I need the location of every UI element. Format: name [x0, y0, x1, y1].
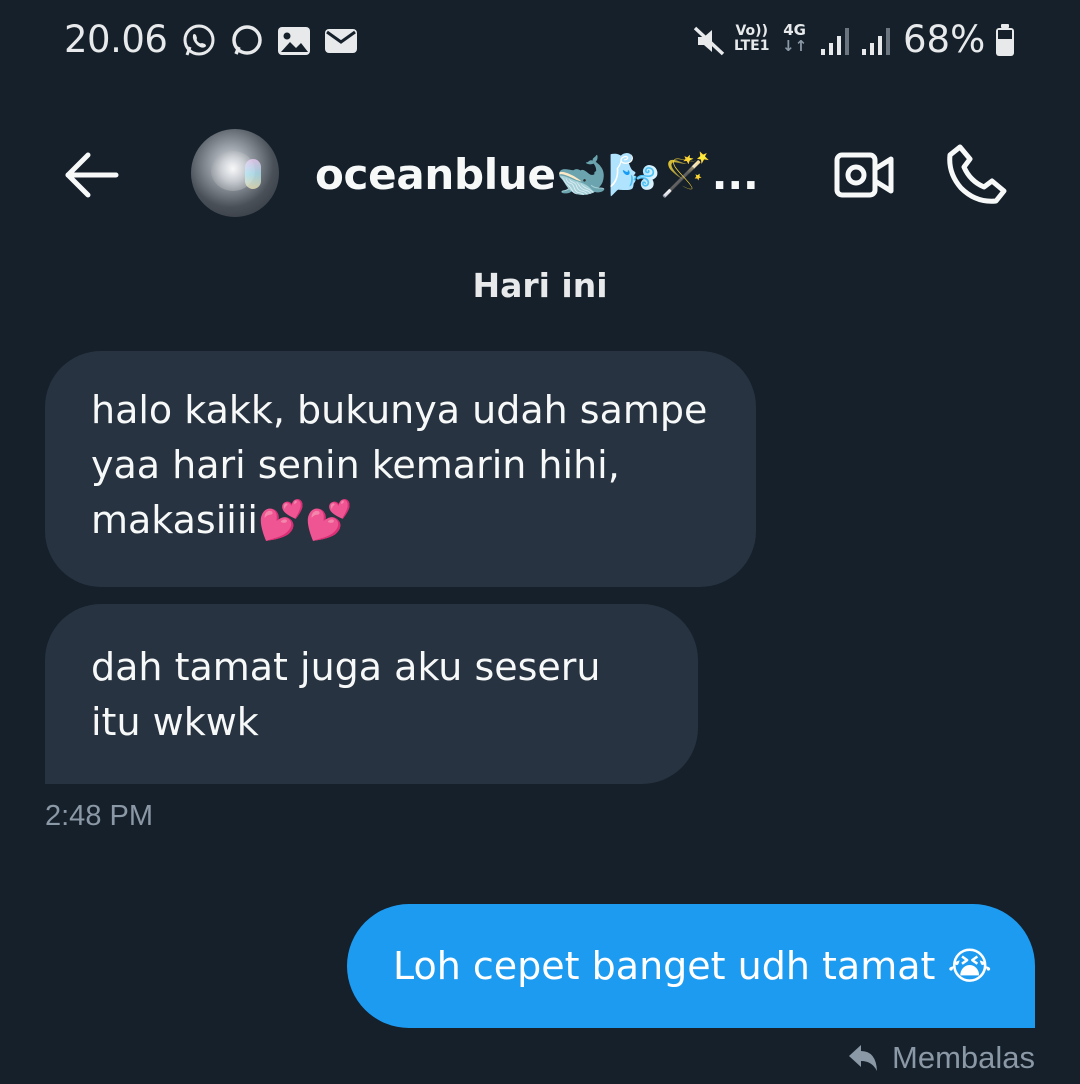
status-bar: 20.06 Vo)) LTE1 4G ↓↑ 68%	[0, 0, 1080, 82]
contact-avatar[interactable]	[191, 129, 279, 217]
whatsapp-icon	[183, 24, 215, 56]
volte-label-top: Vo))	[735, 23, 768, 39]
volte-label-bottom: LTE1	[734, 38, 770, 54]
chat-bubble-icon	[232, 25, 262, 55]
outgoing-message-bubble[interactable]: Loh cepet banget udh tamat 😭	[347, 904, 1035, 1028]
message-timestamp: 2:48 PM	[45, 800, 153, 832]
signal-strength-icon-2	[862, 28, 890, 55]
incoming-message-bubble[interactable]: halo kakk, bukunya udah sampe yaa hari s…	[45, 351, 756, 587]
status-time: 20.06	[64, 18, 168, 61]
data-activity-arrows: ↓↑	[782, 37, 808, 55]
reply-button[interactable]: Membalas	[846, 1040, 1035, 1076]
image-icon	[278, 27, 310, 55]
network-type-label: 4G	[783, 21, 806, 39]
network-type-indicator: 4G ↓↑	[782, 22, 807, 54]
volte-indicator: Vo)) LTE1	[734, 24, 769, 54]
reply-label: Membalas	[892, 1040, 1035, 1075]
video-camera-icon[interactable]	[834, 149, 894, 201]
phone-icon[interactable]	[946, 143, 1008, 205]
signal-strength-icon	[821, 28, 849, 55]
reply-arrow-icon	[849, 1045, 877, 1071]
mute-icon	[693, 26, 725, 56]
contact-name[interactable]: oceanblue🐋🌬️🪄...	[315, 150, 759, 200]
mail-icon	[325, 29, 357, 53]
battery-icon	[996, 24, 1014, 56]
incoming-message-bubble[interactable]: dah tamat juga aku seseru itu wkwk	[45, 604, 698, 784]
back-arrow-icon[interactable]	[62, 150, 120, 200]
battery-percent: 68%	[903, 18, 986, 61]
avatar-glint	[245, 159, 261, 189]
date-separator: Hari ini	[472, 266, 608, 305]
